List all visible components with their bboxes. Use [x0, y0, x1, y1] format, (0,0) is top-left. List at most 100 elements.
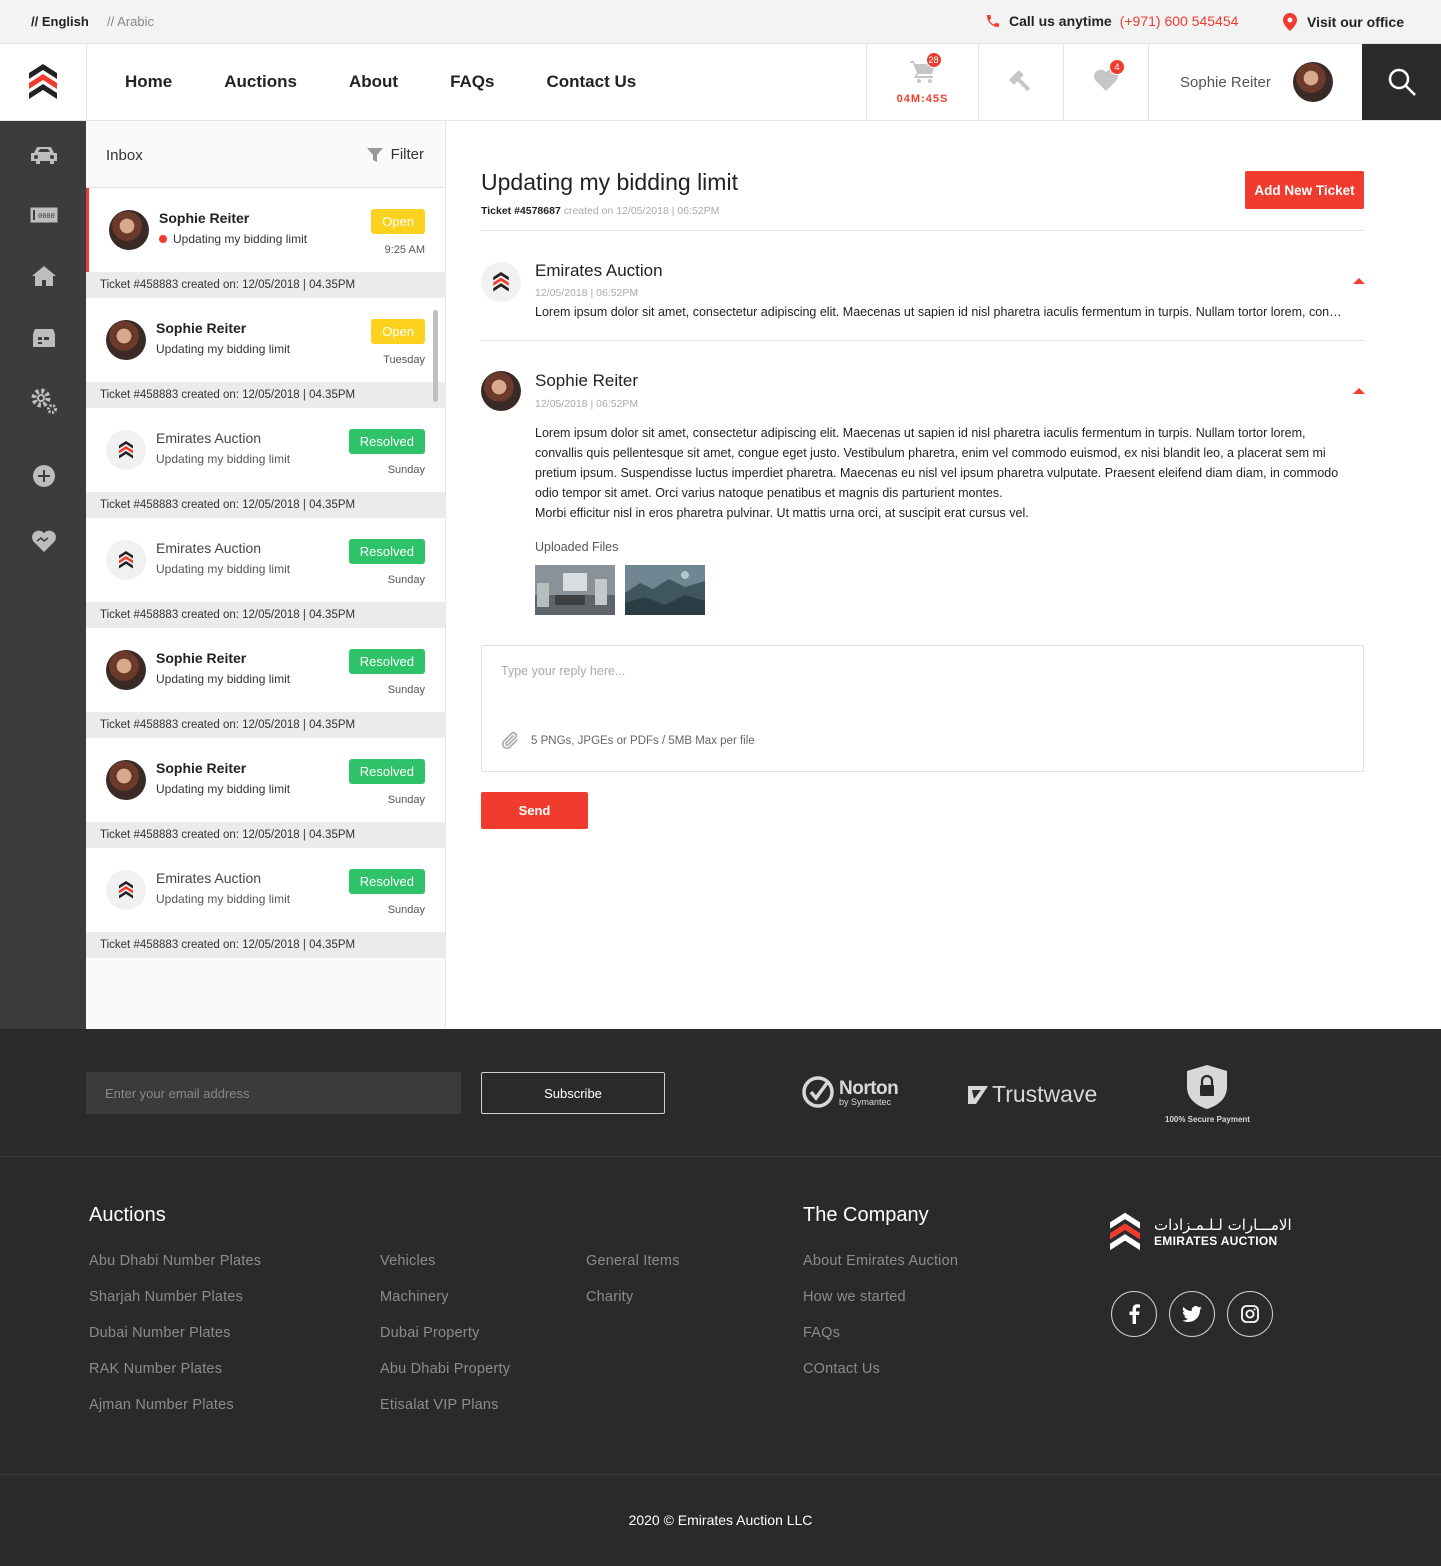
collapse-caret-icon[interactable] — [1353, 388, 1365, 394]
status-badge: Open — [371, 209, 425, 234]
twitter-button[interactable] — [1169, 1291, 1215, 1337]
sidebar-item-plates[interactable]: 0000 — [28, 203, 60, 227]
sidebar-item-general[interactable] — [28, 326, 60, 350]
ticket-time: 9:25 AM — [384, 244, 425, 256]
ticket-item[interactable]: Sophie Reiter Updating my bidding limit Re… — [86, 628, 445, 738]
nav-auctions[interactable]: Auctions — [224, 72, 297, 92]
uploaded-file-thumbnail[interactable] — [625, 565, 705, 615]
lang-arabic-link[interactable]: // Arabic — [107, 14, 154, 29]
add-new-ticket-button[interactable]: Add New Ticket — [1245, 171, 1364, 209]
ticket-card[interactable]: Emirates Auction Updating my bidding limi… — [86, 408, 445, 492]
footer-link[interactable]: Vehicles — [380, 1253, 436, 1269]
sidebar-item-vehicles[interactable] — [28, 143, 60, 167]
ticket-meta: Ticket #458883 created on: 12/05/2018 | … — [86, 822, 445, 848]
footer-link[interactable]: FAQs — [803, 1325, 840, 1341]
logo[interactable] — [0, 44, 87, 120]
favorites-button[interactable]: 4 — [1063, 44, 1148, 120]
footer-link[interactable]: Machinery — [380, 1289, 449, 1305]
footer-link[interactable]: Dubai Number Plates — [89, 1325, 231, 1341]
ticket-detail: Updating my bidding limit Ticket #457868… — [446, 121, 1441, 1029]
ticket-subject-row: Updating my bidding limit — [156, 782, 290, 796]
nav-faqs[interactable]: FAQs — [450, 72, 494, 92]
ticket-sender: Emirates Auction — [156, 540, 262, 556]
footer-link[interactable]: RAK Number Plates — [89, 1361, 222, 1377]
reply-input[interactable] — [501, 664, 1341, 704]
ticket-subject: Updating my bidding limit — [156, 782, 291, 796]
search-button[interactable] — [1362, 44, 1441, 120]
ticket-card[interactable]: Sophie Reiter Updating my bidding limit Op… — [86, 188, 445, 272]
ticket-card[interactable]: Sophie Reiter Updating my bidding limit Op… — [86, 298, 445, 382]
footer-link[interactable]: Etisalat VIP Plans — [380, 1397, 499, 1413]
inbox-scrollbar[interactable] — [433, 310, 438, 402]
call-number[interactable]: (+971) 600 545454 — [1120, 13, 1239, 29]
ticket-item[interactable]: Emirates Auction Updating my bidding limi… — [86, 518, 445, 628]
lang-english-link[interactable]: // English — [31, 14, 89, 29]
footer-auctions-title: Auctions — [89, 1204, 166, 1226]
ticket-time: Tuesday — [383, 354, 425, 366]
footer-link[interactable]: Abu Dhabi Property — [380, 1361, 510, 1377]
instagram-button[interactable] — [1227, 1291, 1273, 1337]
user-name: Sophie Reiter — [1180, 73, 1271, 91]
message-avatar — [481, 371, 521, 411]
ticket-avatar — [106, 760, 146, 800]
ticket-card[interactable]: Emirates Auction Updating my bidding limi… — [86, 518, 445, 602]
uploaded-file-thumbnail[interactable] — [535, 565, 615, 615]
ticket-subject-row: Updating my bidding limit — [156, 892, 290, 906]
call-label: Call us anytime — [1009, 13, 1112, 29]
call-us[interactable]: Call us anytime (+971) 600 545454 — [985, 13, 1238, 29]
footer-link[interactable]: Charity — [586, 1289, 633, 1305]
ticket-item[interactable]: Sophie Reiter Updating my bidding limit Op… — [86, 188, 445, 298]
message-paragraph: Morbi efficitur nisl in eros pharetra pu… — [535, 506, 1029, 520]
footer-link[interactable]: Ajman Number Plates — [89, 1397, 234, 1413]
copyright-text: 2020 © Emirates Auction LLC — [628, 1512, 813, 1528]
ticket-item[interactable]: Emirates Auction Updating my bidding limi… — [86, 848, 445, 958]
ticket-card[interactable]: Sophie Reiter Updating my bidding limit Re… — [86, 628, 445, 712]
divider — [481, 230, 1364, 231]
email-input[interactable] — [86, 1072, 461, 1114]
sidebar-item-property[interactable] — [28, 264, 60, 288]
message-date: 12/05/2018 | 06:52PM — [535, 398, 639, 410]
ticket-item[interactable]: Emirates Auction Updating my bidding limi… — [86, 408, 445, 518]
user-menu[interactable]: Sophie Reiter — [1148, 44, 1362, 120]
footer-link[interactable]: COntact Us — [803, 1361, 880, 1377]
ticket-subject: Updating my bidding limit — [156, 342, 291, 356]
sidebar-item-machinery[interactable] — [28, 388, 60, 414]
bids-button[interactable] — [978, 44, 1063, 120]
visit-label: Visit our office — [1307, 14, 1404, 30]
footer-link[interactable]: Abu Dhabi Number Plates — [89, 1253, 261, 1269]
ticket-card[interactable]: Emirates Auction Updating my bidding limi… — [86, 848, 445, 932]
filter-label: Filter — [390, 146, 424, 163]
footer-link[interactable]: General Items — [586, 1253, 680, 1269]
shield-lock-icon — [1187, 1065, 1228, 1109]
norton-check-icon — [802, 1076, 834, 1108]
cart-icon-wrap: 28 — [909, 51, 942, 89]
nav-contact-us[interactable]: Contact Us — [546, 72, 636, 92]
subscribe-button[interactable]: Subscribe — [481, 1072, 665, 1114]
status-badge: Resolved — [348, 869, 425, 894]
cart-timer: 04M:45S — [896, 92, 949, 105]
send-button[interactable]: Send — [481, 792, 588, 829]
ticket-item[interactable]: Sophie Reiter Updating my bidding limit Op… — [86, 298, 445, 408]
cart-button[interactable]: 28 04M:45S — [866, 44, 978, 120]
message-body: Lorem ipsum dolor sit amet, consectetur … — [535, 423, 1355, 523]
ticket-card[interactable]: Sophie Reiter Updating my bidding limit Re… — [86, 738, 445, 822]
sidebar-item-charity[interactable] — [28, 529, 60, 553]
footer-link[interactable]: How we started — [803, 1289, 906, 1305]
filter-button[interactable]: Filter — [366, 146, 424, 163]
ticket-sender: Sophie Reiter — [156, 760, 247, 776]
nav-about[interactable]: About — [349, 72, 398, 92]
ticket-meta: Ticket #458883 created on: 12/05/2018 | … — [86, 382, 445, 408]
nav-home[interactable]: Home — [125, 72, 172, 92]
facebook-button[interactable] — [1111, 1291, 1157, 1337]
ticket-subject-row: Updating my bidding limit — [159, 232, 307, 246]
collapse-caret-icon[interactable] — [1353, 278, 1365, 284]
footer-link[interactable]: Sharjah Number Plates — [89, 1289, 243, 1305]
ticket-meta: Ticket #458883 created on: 12/05/2018 | … — [86, 492, 445, 518]
ticket-item[interactable]: Sophie Reiter Updating my bidding limit Re… — [86, 738, 445, 848]
footer-link[interactable]: Dubai Property — [380, 1325, 480, 1341]
sidebar-item-add[interactable] — [28, 464, 60, 488]
footer-link[interactable]: About Emirates Auction — [803, 1253, 958, 1269]
visit-office-link[interactable]: Visit our office — [1283, 13, 1404, 31]
attach-files[interactable]: 5 PNGs, JPGEs or PDFs / 5MB Max per file — [501, 730, 755, 752]
footer-company-title: The Company — [803, 1204, 929, 1226]
